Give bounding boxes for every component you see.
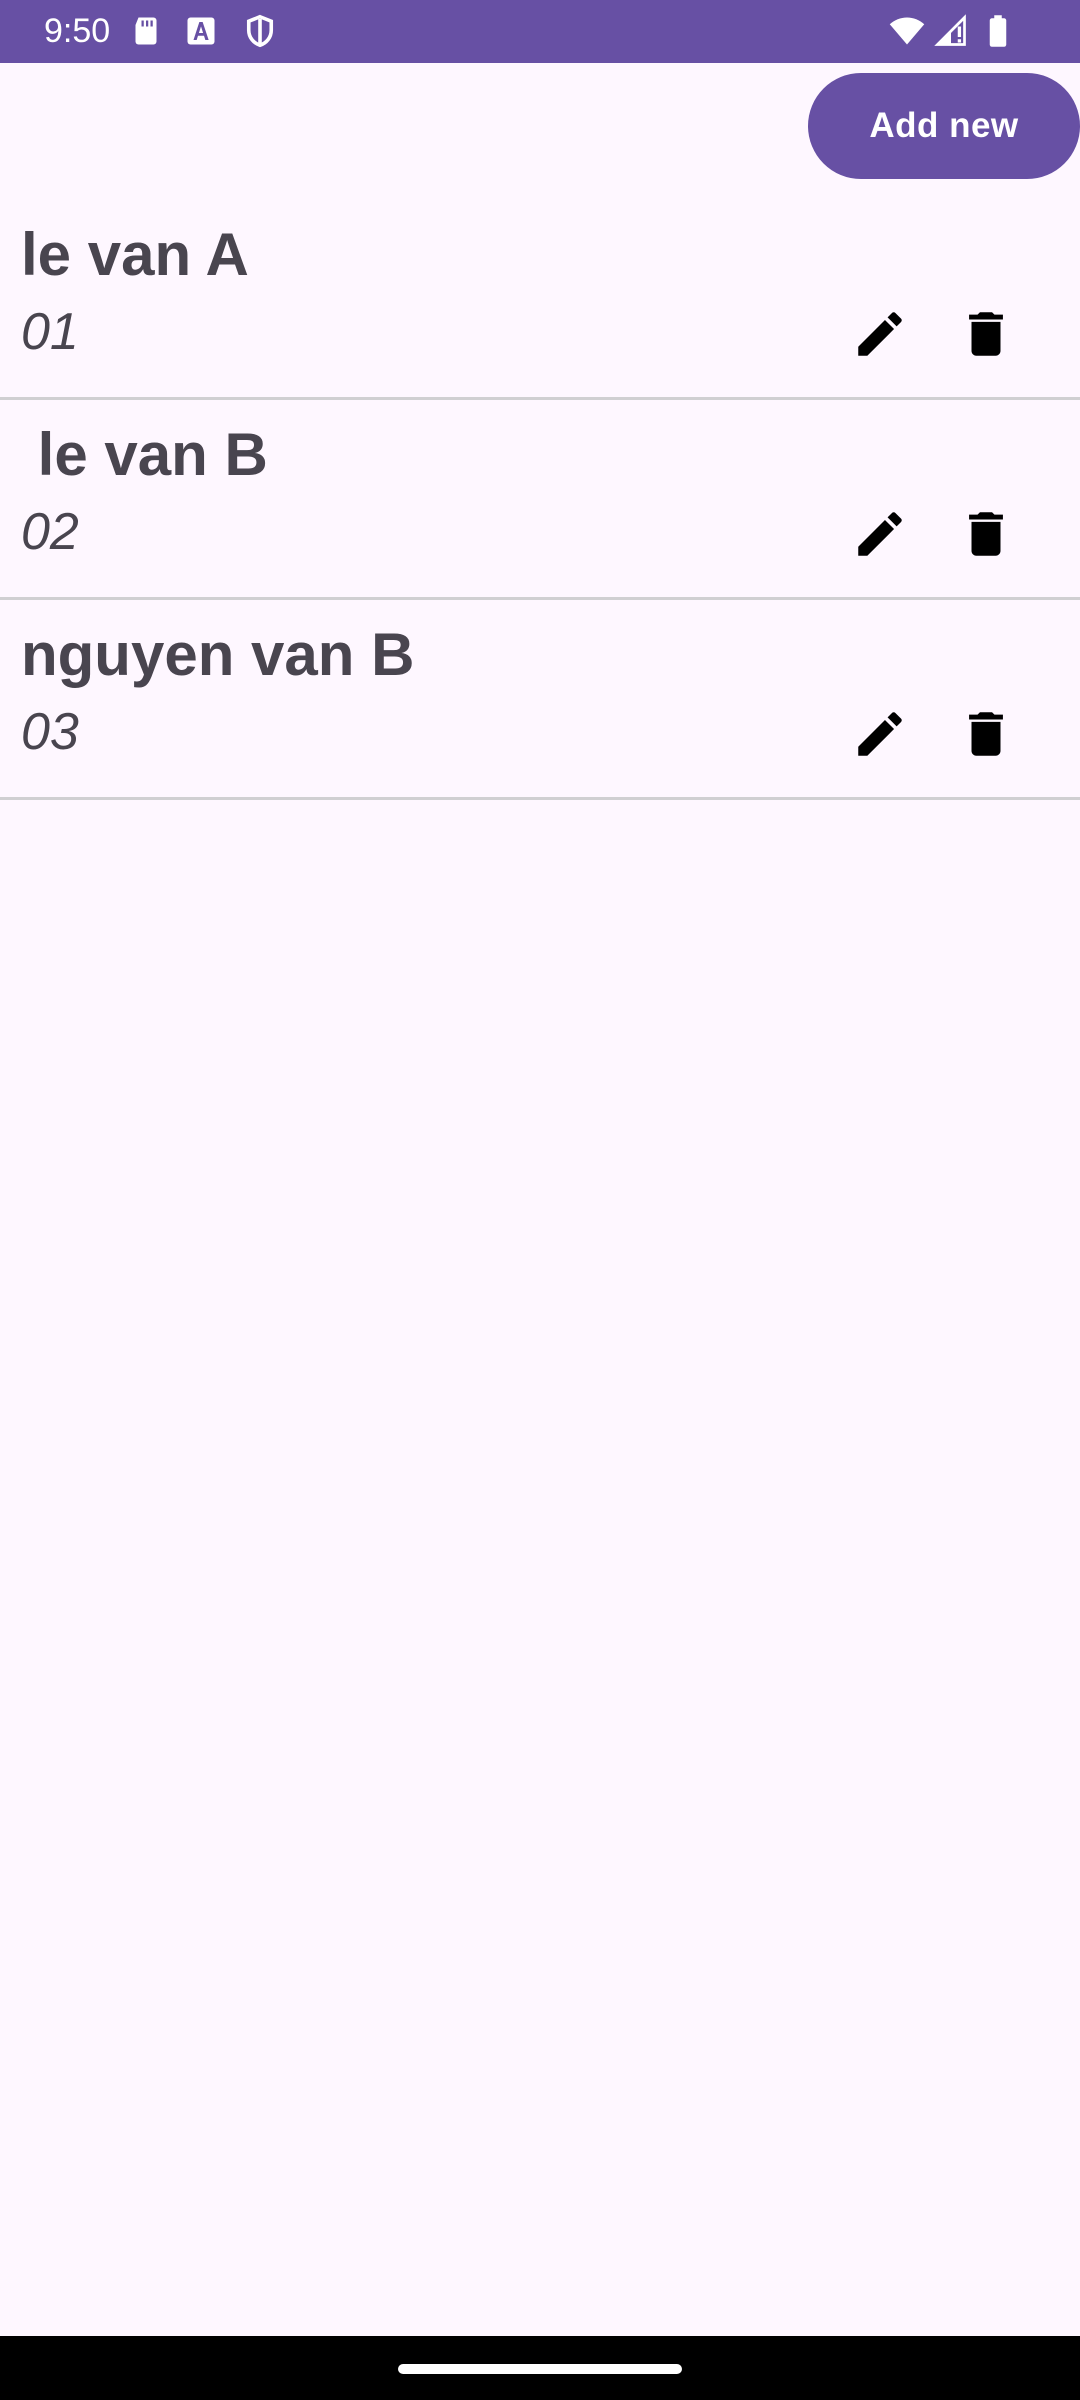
home-gesture-handle[interactable] (398, 2364, 682, 2374)
item-name: le van B (21, 421, 268, 488)
edit-icon[interactable] (851, 505, 909, 563)
app-root: 9:50 Add new le van A 01 le van B 02 ngu… (0, 0, 1080, 2400)
shield-icon (242, 13, 278, 49)
delete-icon[interactable] (957, 705, 1015, 763)
item-code: 02 (21, 503, 79, 561)
item-code: 03 (21, 703, 79, 761)
text-a-icon (183, 13, 219, 49)
delete-icon[interactable] (957, 305, 1015, 363)
item-code: 01 (21, 303, 79, 361)
status-time: 9:50 (44, 12, 111, 50)
add-new-button[interactable]: Add new (808, 73, 1080, 179)
list-item[interactable]: nguyen van B 03 (0, 600, 1080, 800)
list-item[interactable]: le van A 01 (0, 200, 1080, 400)
delete-icon[interactable] (957, 505, 1015, 563)
wifi-icon (887, 13, 927, 49)
battery-icon (980, 13, 1016, 49)
item-name: nguyen van B (21, 621, 415, 688)
item-list: le van A 01 le van B 02 nguyen van B 03 (0, 200, 1080, 800)
list-item[interactable]: le van B 02 (0, 400, 1080, 600)
navigation-bar (0, 2336, 1080, 2400)
sd-card-icon (128, 13, 164, 49)
item-name: le van A (21, 221, 249, 288)
edit-icon[interactable] (851, 705, 909, 763)
signal-icon (933, 13, 969, 49)
edit-icon[interactable] (851, 305, 909, 363)
status-bar: 9:50 (0, 0, 1080, 63)
